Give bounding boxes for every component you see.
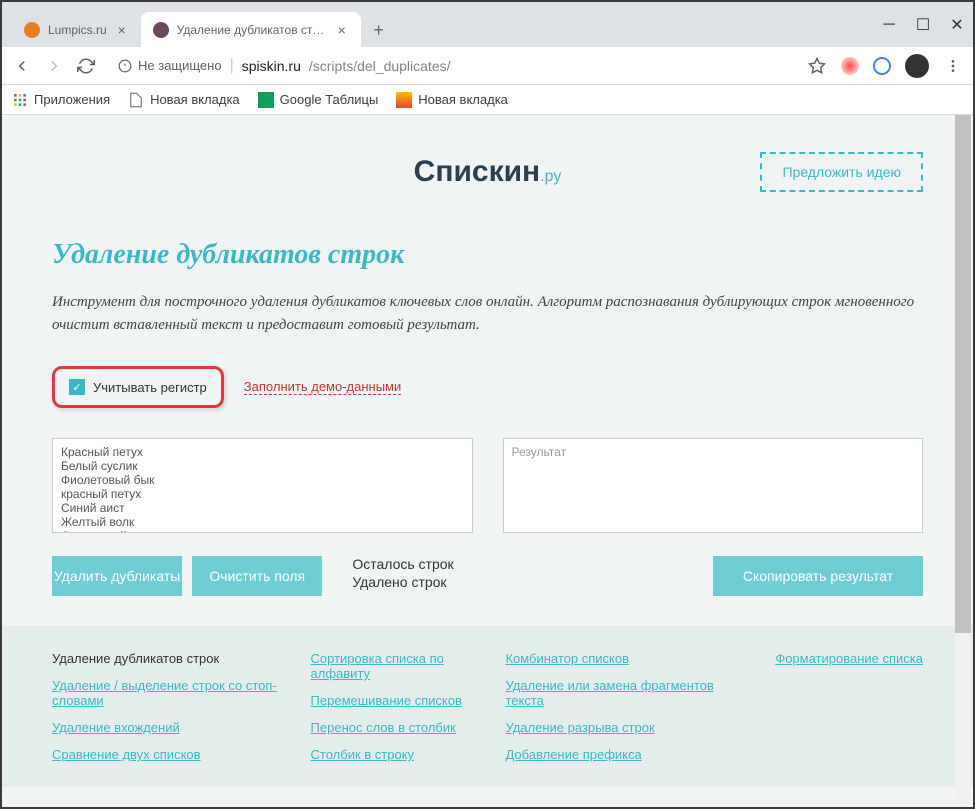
bookmark-label: Google Таблицы [280,92,379,107]
page-icon [128,92,144,108]
sheets-icon [258,92,274,108]
back-button[interactable] [12,56,32,76]
bookmarks-bar: Приложения Новая вкладка Google Таблицы … [2,85,973,115]
bookmark-new-tab-1[interactable]: Новая вкладка [128,92,240,108]
footer-link[interactable]: Удаление / выделение строк со стоп-слова… [52,678,291,708]
close-icon[interactable]: × [115,23,129,37]
browser-toolbar: Не защищено | spiskin.ru/scripts/del_dup… [2,47,973,85]
extension-icon-1[interactable] [841,57,859,75]
footer-link[interactable]: Сортировка списка по алфавиту [311,651,486,681]
menu-icon[interactable] [943,56,963,76]
footer-links: Удаление дубликатов строк Удаление / выд… [2,626,973,787]
footer-link[interactable]: Комбинатор списков [505,651,744,666]
removed-rows-label: Удалено строк [352,574,622,590]
maximize-icon[interactable]: ☐ [917,19,929,31]
apps-button[interactable]: Приложения [12,92,110,108]
button-row: Удалить дубликаты Очистить поля Осталось… [52,556,923,596]
logo-suffix: .ру [540,168,561,185]
site-logo[interactable]: Спискин.ру [414,155,562,189]
input-textarea[interactable] [52,438,473,533]
close-icon[interactable]: × [335,23,349,37]
footer-link[interactable]: Форматирование списка [764,651,923,666]
bookmark-label: Новая вкладка [150,92,240,107]
footer-current-page: Удаление дубликатов строк [52,651,291,666]
footer-link[interactable]: Добавление префикса [505,747,744,762]
tab-title: Lumpics.ru [48,23,107,37]
result-textarea[interactable] [503,438,924,533]
tab-favicon [153,22,169,38]
page-content: Спискин.ру Предложить идею Удаление дубл… [2,115,973,807]
suggest-idea-button[interactable]: Предложить идею [760,152,923,192]
options-row: ✓ Учитывать регистр Заполнить демо-данны… [52,366,923,408]
site-header: Спискин.ру Предложить идею [52,155,923,189]
forward-button[interactable] [44,56,64,76]
reload-button[interactable] [76,56,96,76]
logo-main: Спискин [414,155,541,188]
fill-demo-link[interactable]: Заполнить демо-данными [244,379,401,395]
profile-avatar[interactable] [905,54,929,78]
url-host: spiskin.ru [242,58,301,74]
close-window-icon[interactable]: ✕ [951,19,963,31]
scrollbar-thumb[interactable] [955,115,971,633]
bookmark-new-tab-2[interactable]: Новая вкладка [396,92,508,108]
window-controls: ─ ☐ ✕ [883,2,963,47]
tab-lumpics[interactable]: Lumpics.ru × [12,12,141,47]
footer-link[interactable]: Сравнение двух списков [52,747,291,762]
new-tab-button[interactable]: + [365,16,393,44]
bookmark-label: Новая вкладка [418,92,508,107]
tab-spiskin[interactable]: Удаление дубликатов строк - у × [141,12,361,47]
page-description: Инструмент для построчного удаления дубл… [52,291,923,336]
footer-link[interactable]: Удаление или замена фрагментов текста [505,678,744,708]
scrollbar[interactable] [955,115,971,805]
address-bar[interactable]: Не защищено | spiskin.ru/scripts/del_dup… [108,52,795,80]
extension-icon-2[interactable] [873,57,891,75]
footer-link[interactable]: Перенос слов в столбик [311,720,486,735]
remaining-rows-label: Осталось строк [352,556,622,572]
security-indicator[interactable]: Не защищено [118,58,222,73]
footer-link[interactable]: Удаление вхождений [52,720,291,735]
security-text: Не защищено [138,58,222,73]
copy-result-button[interactable]: Скопировать результат [713,556,923,596]
checkbox-icon[interactable]: ✓ [69,379,85,395]
case-sensitive-option[interactable]: ✓ Учитывать регистр [52,366,224,408]
browser-titlebar: Lumpics.ru × Удаление дубликатов строк -… [2,2,973,47]
apps-icon [12,92,28,108]
minimize-icon[interactable]: ─ [883,19,895,31]
image-icon [396,92,412,108]
url-path: /scripts/del_duplicates/ [309,58,451,74]
footer-link[interactable]: Удаление разрыва строк [505,720,744,735]
tab-favicon [24,22,40,38]
bookmark-google-sheets[interactable]: Google Таблицы [258,92,379,108]
textarea-columns [52,438,923,538]
checkbox-label: Учитывать регистр [93,380,207,395]
bookmark-label: Приложения [34,92,110,107]
footer-link[interactable]: Столбик в строку [311,747,486,762]
footer-link[interactable]: Перемешивание списков [311,693,486,708]
tab-title: Удаление дубликатов строк - у [177,23,327,37]
page-title: Удаление дубликатов строк [52,239,923,271]
clear-fields-button[interactable]: Очистить поля [192,556,322,596]
star-icon[interactable] [807,56,827,76]
delete-duplicates-button[interactable]: Удалить дубликаты [52,556,182,596]
stats-block: Осталось строк Удалено строк [352,556,622,592]
